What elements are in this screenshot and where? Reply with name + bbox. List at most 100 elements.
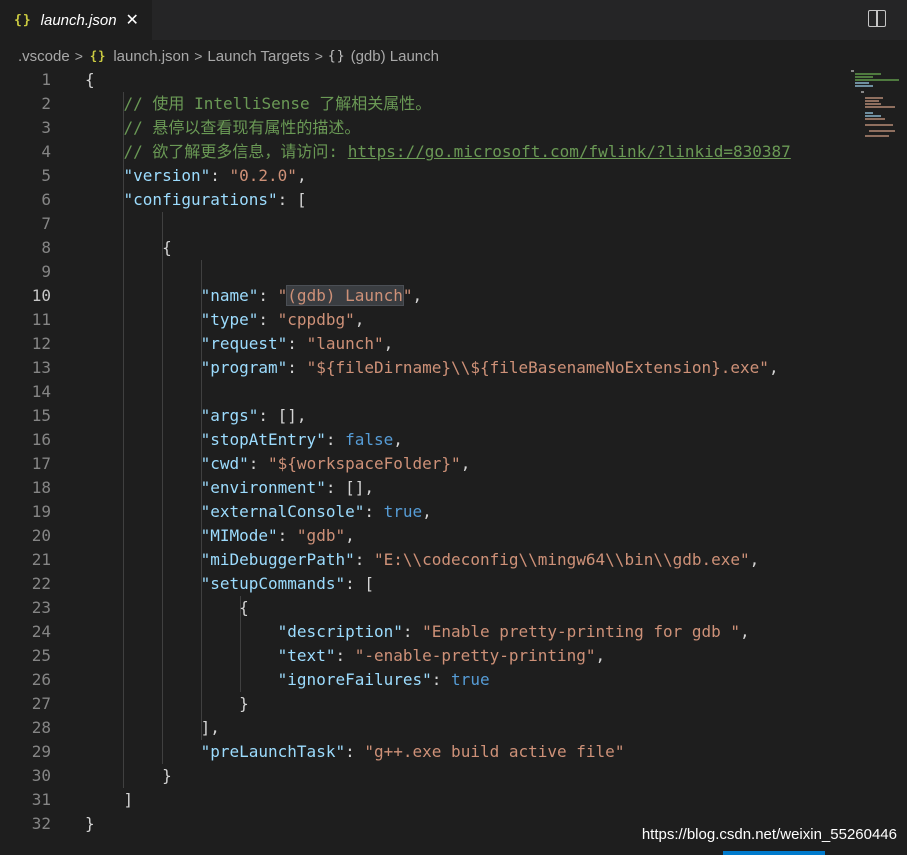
code-editor[interactable]: 1{2 // 使用 IntelliSense 了解相关属性。 3 // 悬停以查看… bbox=[0, 68, 907, 855]
minimap-line bbox=[865, 97, 883, 99]
code-token: : [], bbox=[325, 478, 374, 497]
minimap-line bbox=[861, 91, 864, 93]
line-number: 6 bbox=[41, 190, 51, 209]
minimap-line bbox=[851, 70, 854, 72]
breadcrumb: .vscode > {} launch.json > Launch Target… bbox=[18, 44, 439, 68]
code-line[interactable]: 24 "description": "Enable pretty-printin… bbox=[0, 620, 850, 644]
code-line[interactable]: 29 "preLaunchTask": "g++.exe build activ… bbox=[0, 740, 850, 764]
close-icon[interactable]: ✕ bbox=[126, 10, 139, 30]
code-token: "description" bbox=[277, 622, 403, 641]
code-token: { bbox=[85, 238, 172, 257]
code-line[interactable]: 18 "environment": [], bbox=[0, 476, 850, 500]
breadcrumb-item[interactable]: (gdb) Launch bbox=[351, 48, 439, 65]
object-icon: {} bbox=[327, 48, 346, 64]
code-token: "stopAtEntry" bbox=[200, 430, 326, 449]
line-number: 26 bbox=[31, 670, 51, 689]
code-line[interactable]: 13 "program": "${fileDirname}\\${fileBas… bbox=[0, 356, 850, 380]
code-token: : bbox=[354, 550, 374, 569]
code-line[interactable]: 4 // 欲了解更多信息，请访问: https://go.microsoft.c… bbox=[0, 140, 850, 164]
minimap-line bbox=[855, 82, 869, 84]
minimap-line bbox=[855, 85, 873, 87]
code-link[interactable]: https://go.microsoft.com/fwlink/?linkid=… bbox=[348, 142, 791, 161]
minimap-line bbox=[855, 76, 873, 78]
line-number: 27 bbox=[31, 694, 51, 713]
code-text: "externalConsole": true, bbox=[85, 500, 432, 524]
code-token: "text" bbox=[277, 646, 336, 665]
code-line[interactable]: 11 "type": "cppdbg", bbox=[0, 308, 850, 332]
code-line[interactable]: 23 { bbox=[0, 596, 850, 620]
code-text: } bbox=[85, 692, 249, 716]
code-token: { bbox=[85, 70, 95, 89]
line-number: 11 bbox=[31, 310, 51, 329]
code-text: { bbox=[85, 596, 249, 620]
code-line[interactable]: 27 } bbox=[0, 692, 850, 716]
minimap[interactable] bbox=[849, 68, 899, 138]
code-line[interactable]: 6 "configurations": [ bbox=[0, 188, 850, 212]
code-token: : bbox=[248, 454, 269, 473]
minimap-line bbox=[869, 130, 895, 132]
code-token: : bbox=[210, 166, 230, 185]
breadcrumb-section[interactable]: Launch Targets bbox=[207, 48, 309, 65]
code-line[interactable]: 30 } bbox=[0, 764, 850, 788]
code-text: "version": "0.2.0", bbox=[85, 164, 307, 188]
code-text: "setupCommands": [ bbox=[85, 572, 374, 596]
tab-launch-json[interactable]: {} launch.json ✕ bbox=[0, 0, 152, 40]
code-text: "miDebuggerPath": "E:\\codeconfig\\mingw… bbox=[85, 548, 760, 572]
code-line[interactable]: 26 "ignoreFailures": true bbox=[0, 668, 850, 692]
code-text: "description": "Enable pretty-printing f… bbox=[85, 620, 750, 644]
code-text: { bbox=[85, 68, 95, 92]
code-text: "environment": [], bbox=[85, 476, 374, 500]
code-line[interactable]: 31 ] bbox=[0, 788, 850, 812]
code-line[interactable]: 1{ bbox=[0, 68, 850, 92]
line-number: 8 bbox=[41, 238, 51, 257]
code-token: : [ bbox=[345, 574, 374, 593]
code-line[interactable]: 9 bbox=[0, 260, 850, 284]
code-line[interactable]: 20 "MIMode": "gdb", bbox=[0, 524, 850, 548]
code-text: "text": "-enable-pretty-printing", bbox=[85, 644, 606, 668]
code-token: : bbox=[431, 670, 452, 689]
line-number: 19 bbox=[31, 502, 51, 521]
status-accent-bar bbox=[723, 851, 825, 855]
code-line[interactable]: 22 "setupCommands": [ bbox=[0, 572, 850, 596]
code-line[interactable]: 17 "cwd": "${workspaceFolder}", bbox=[0, 452, 850, 476]
breadcrumb-folder[interactable]: .vscode bbox=[18, 48, 70, 65]
code-line[interactable]: 28 ], bbox=[0, 716, 850, 740]
code-token: } bbox=[85, 814, 95, 833]
line-number: 18 bbox=[31, 478, 51, 497]
breadcrumb-file[interactable]: launch.json bbox=[113, 48, 189, 65]
code-token: "request" bbox=[200, 334, 288, 353]
code-token: "MIMode" bbox=[200, 526, 278, 545]
code-line[interactable]: 15 "args": [], bbox=[0, 404, 850, 428]
code-token: "0.2.0" bbox=[229, 166, 297, 185]
code-token: , bbox=[749, 550, 760, 569]
line-number: 22 bbox=[31, 574, 51, 593]
code-line[interactable]: 8 { bbox=[0, 236, 850, 260]
split-editor-icon[interactable] bbox=[868, 10, 886, 27]
code-token: "gdb" bbox=[296, 526, 346, 545]
code-line[interactable]: 25 "text": "-enable-pretty-printing", bbox=[0, 644, 850, 668]
minimap-line bbox=[865, 118, 885, 120]
code-line[interactable]: 7 bbox=[0, 212, 850, 236]
code-line[interactable]: 12 "request": "launch", bbox=[0, 332, 850, 356]
minimap-line bbox=[865, 112, 873, 114]
code-line[interactable]: 19 "externalConsole": true, bbox=[0, 500, 850, 524]
minimap-line bbox=[865, 103, 881, 105]
code-token: "version" bbox=[123, 166, 211, 185]
code-line[interactable]: 10 "name": "(gdb) Launch", bbox=[0, 284, 850, 308]
code-line[interactable]: 14 bbox=[0, 380, 850, 404]
code-token: : bbox=[345, 742, 365, 761]
code-token: , bbox=[768, 358, 779, 377]
code-line[interactable]: 5 "version": "0.2.0", bbox=[0, 164, 850, 188]
code-text: ], bbox=[85, 716, 220, 740]
code-line[interactable]: 16 "stopAtEntry": false, bbox=[0, 428, 850, 452]
code-token: { bbox=[85, 598, 249, 617]
code-line[interactable]: 2 // 使用 IntelliSense 了解相关属性。 bbox=[0, 92, 850, 116]
code-line[interactable]: 3 // 悬停以查看现有属性的描述。 bbox=[0, 116, 850, 140]
code-line[interactable]: 21 "miDebuggerPath": "E:\\codeconfig\\mi… bbox=[0, 548, 850, 572]
line-number: 17 bbox=[31, 454, 51, 473]
